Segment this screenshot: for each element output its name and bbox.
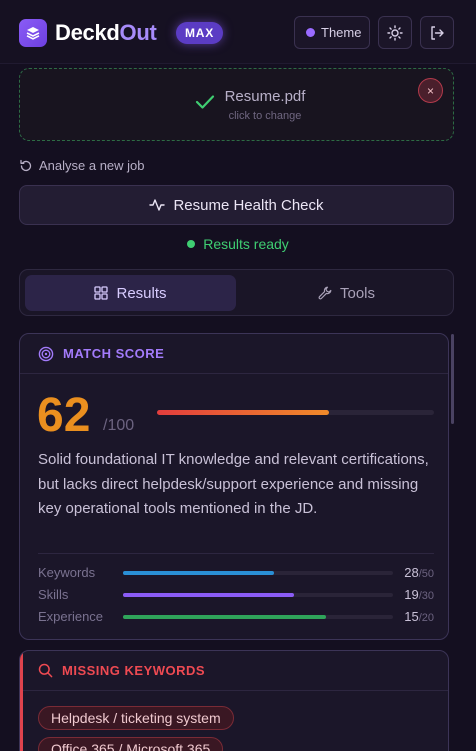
match-score-bar bbox=[157, 410, 434, 415]
tab-results-label: Results bbox=[116, 284, 167, 302]
tab-results[interactable]: Results bbox=[25, 275, 236, 311]
light-mode-button[interactable] bbox=[378, 16, 412, 49]
brand-part1: Deckd bbox=[55, 20, 120, 45]
metric-keywords-bar bbox=[123, 571, 393, 575]
theme-label: Theme bbox=[321, 25, 362, 40]
card-accent-bar bbox=[20, 651, 23, 751]
metric-skills-bar bbox=[123, 593, 393, 597]
activity-icon bbox=[149, 199, 166, 211]
metric-keywords-max: /50 bbox=[418, 568, 434, 580]
target-icon bbox=[38, 346, 54, 361]
layers-icon bbox=[26, 27, 40, 40]
app-header: DeckdOut MAX Theme bbox=[0, 0, 476, 64]
metric-experience-max: /20 bbox=[418, 612, 434, 624]
analyse-new-job-label: Analyse a new job bbox=[39, 158, 145, 173]
keyword-chip: Office 365 / Microsoft 365 bbox=[38, 737, 224, 751]
analyse-new-job-link[interactable]: Analyse a new job bbox=[19, 158, 145, 173]
metric-keywords: Keywords 28/50 bbox=[38, 565, 434, 581]
theme-button[interactable]: Theme bbox=[294, 16, 370, 49]
metric-skills-bar-fill bbox=[123, 593, 294, 597]
metric-keywords-bar-fill bbox=[123, 571, 275, 575]
metric-skills-value: 19/30 bbox=[404, 587, 434, 602]
logo bbox=[19, 19, 47, 47]
brand-name: DeckdOut bbox=[55, 19, 157, 47]
resume-upload-dropzone[interactable]: Resume.pdf click to change × bbox=[19, 68, 454, 141]
close-icon: × bbox=[426, 83, 434, 98]
tab-tools-label: Tools bbox=[339, 284, 376, 302]
missing-keywords-heading: MISSING KEYWORDS bbox=[62, 663, 206, 678]
logout-button[interactable] bbox=[420, 16, 454, 49]
missing-keywords-header: MISSING KEYWORDS bbox=[20, 651, 448, 691]
refresh-icon bbox=[20, 159, 32, 171]
change-file-hint: click to change bbox=[228, 110, 302, 122]
logout-icon bbox=[431, 25, 444, 40]
match-score-card: MATCH SCORE 62 /100 Solid foundational I… bbox=[19, 333, 449, 640]
metric-skills-label: Skills bbox=[38, 587, 69, 602]
metric-keywords-label: Keywords bbox=[38, 565, 96, 580]
plan-badge: MAX bbox=[176, 22, 223, 44]
metric-skills-score: 19 bbox=[404, 587, 419, 602]
resume-health-check-button[interactable]: Resume Health Check bbox=[19, 185, 454, 225]
match-score-heading: MATCH SCORE bbox=[63, 346, 165, 361]
resume-health-check-label: Resume Health Check bbox=[173, 196, 324, 214]
metric-experience-label: Experience bbox=[38, 609, 104, 624]
missing-keywords-card: MISSING KEYWORDS Helpdesk / ticketing sy… bbox=[19, 650, 449, 751]
scrollbar-thumb[interactable] bbox=[451, 334, 454, 424]
match-score-bar-fill bbox=[157, 410, 329, 415]
results-status-text: Results ready bbox=[203, 236, 289, 252]
match-score-header: MATCH SCORE bbox=[20, 334, 448, 374]
metric-skills: Skills 19/30 bbox=[38, 587, 434, 603]
metric-keywords-value: 28/50 bbox=[404, 565, 434, 580]
keyword-chip: Helpdesk / ticketing system bbox=[38, 706, 234, 730]
metric-experience-bar-fill bbox=[123, 615, 326, 619]
metric-experience-bar bbox=[123, 615, 393, 619]
metric-keywords-score: 28 bbox=[404, 565, 419, 580]
brand-part2: Out bbox=[119, 20, 157, 45]
tab-tools[interactable]: Tools bbox=[245, 275, 448, 311]
match-score-value: 62 bbox=[37, 389, 91, 442]
remove-file-button[interactable]: × bbox=[418, 78, 443, 103]
match-score-summary: Solid foundational IT knowledge and rele… bbox=[38, 451, 429, 517]
metric-skills-max: /30 bbox=[418, 590, 434, 602]
metric-experience: Experience 15/20 bbox=[38, 609, 434, 625]
resume-file-name: Resume.pdf bbox=[224, 88, 306, 105]
metric-experience-value: 15/20 bbox=[404, 609, 434, 624]
sun-icon bbox=[387, 24, 403, 41]
match-score-max: /100 bbox=[103, 417, 135, 434]
app: DeckdOut MAX Theme Resume.pdf click to c… bbox=[0, 0, 476, 751]
results-status: Results ready bbox=[0, 236, 476, 252]
metric-experience-score: 15 bbox=[404, 609, 419, 624]
grid-icon bbox=[94, 286, 109, 300]
theme-dot-icon bbox=[306, 28, 315, 37]
search-icon bbox=[38, 663, 53, 678]
view-tabs: Results Tools bbox=[19, 269, 454, 316]
status-dot-icon bbox=[187, 240, 196, 248]
wrench-icon bbox=[318, 286, 332, 300]
divider bbox=[38, 553, 434, 554]
